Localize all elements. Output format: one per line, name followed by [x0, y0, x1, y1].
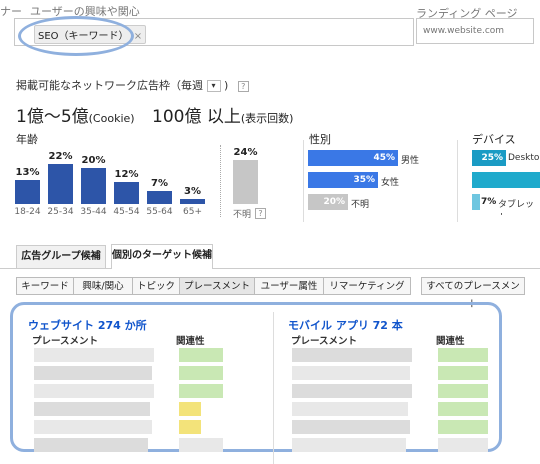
age-bar-pct: 3% [184, 186, 201, 197]
list-item [292, 384, 412, 398]
age-bar-pct: 12% [114, 169, 139, 180]
chip-remove-icon[interactable]: × [134, 31, 142, 42]
age-bar [180, 199, 205, 204]
age-unknown-pct: 24% [233, 147, 258, 158]
relevance-bar [438, 438, 488, 452]
landing-page-input[interactable] [416, 18, 534, 44]
list-item [292, 438, 406, 452]
subtab-demographics[interactable]: ユーザー属性 [254, 277, 324, 295]
age-bar [147, 191, 172, 204]
device-title: デバイス [472, 133, 516, 146]
age-unknown-chart: 24% 不明? [228, 140, 268, 220]
cookie-reach-value: 1億〜5億 [16, 107, 89, 127]
highlight-oval [18, 16, 134, 56]
age-divider [220, 145, 222, 217]
cookie-reach: 1億〜5億(Cookie) [16, 102, 135, 127]
tabs-baseline [0, 268, 540, 269]
list-item [292, 402, 408, 416]
age-bar-pct: 20% [81, 155, 106, 166]
section-divider [303, 140, 305, 222]
cookie-reach-unit: (Cookie) [88, 112, 135, 125]
list-item [34, 402, 150, 416]
prefix-label: ナー [0, 5, 22, 18]
subtab-bar: キーワード 興味/関心 トピック プレースメント ユーザー属性 リマーケティング [16, 277, 411, 295]
relevance-bar [438, 402, 488, 416]
age-bar-pct: 7% [151, 178, 168, 189]
websites-col-relevance: 関連性 [176, 336, 205, 347]
subtab-interest[interactable]: 興味/関心 [73, 277, 133, 295]
age-axis-label: 18-24 [14, 207, 41, 217]
age-bar [48, 164, 73, 204]
help-icon: ? [255, 208, 266, 219]
age-axis-label: 45-54 [113, 207, 140, 217]
relevance-bar [179, 402, 201, 416]
device-bar: 25% [472, 150, 506, 166]
relevance-bar [179, 348, 223, 362]
reach-header-text: 掲載可能なネットワーク広告枠（毎週 [16, 79, 203, 92]
list-item [292, 366, 410, 380]
age-unknown-label: 不明 [232, 210, 251, 220]
list-item [34, 384, 154, 398]
subtab-keyword[interactable]: キーワード [16, 277, 74, 295]
mobile-col-placement: プレースメント [291, 336, 358, 347]
list-item [34, 420, 152, 434]
device-chart: 25%Desktop 7%タブレット [472, 150, 540, 215]
impression-reach-unit: (表示回数) [240, 112, 294, 125]
list-item [292, 348, 412, 362]
help-icon[interactable]: ? [237, 81, 249, 92]
all-placements-button[interactable]: すべてのプレースメント [421, 277, 525, 310]
tab-ad-group[interactable]: 広告グループ候補 [16, 245, 106, 268]
impression-reach-value: 100億 以上 [152, 107, 241, 127]
age-axis-label: 35-44 [80, 207, 107, 217]
list-item [34, 438, 148, 452]
age-axis-label: 65+ [183, 207, 202, 217]
gender-bar: 35% [308, 172, 378, 188]
device-bar [472, 194, 480, 210]
gender-label: 不明 [351, 200, 370, 210]
age-chart: 13% 18-24 22% 25-34 20% 35-44 12% 45-54 7% 55-64 3… [12, 140, 212, 220]
gender-chart: 45% 男性 35% 女性 20% 不明 [308, 150, 458, 215]
subtab-placement[interactable]: プレースメント [179, 277, 255, 295]
relevance-bar [438, 384, 488, 398]
relevance-bar [438, 366, 488, 380]
age-bar [114, 182, 139, 204]
device-bar [472, 172, 540, 188]
gender-bar: 45% [308, 150, 398, 166]
device-pct: 7% [481, 197, 497, 207]
mobile-col-relevance: 関連性 [436, 336, 465, 347]
age-bar-pct: 13% [15, 167, 40, 178]
tab-individual[interactable]: 個別のターゲット候補 [111, 244, 213, 269]
device-label: タブレット [498, 200, 535, 215]
age-bar [81, 168, 106, 204]
list-item [34, 348, 154, 362]
relevance-bar [179, 420, 201, 434]
impression-reach: 100億 以上(表示回数) [152, 102, 293, 127]
subtab-remarketing[interactable]: リマーケティング [323, 277, 411, 295]
relevance-bar [179, 384, 223, 398]
list-item [34, 366, 152, 380]
reach-header: 掲載可能なネットワーク広告枠（毎週 ▾ ) ? [16, 77, 249, 93]
panel-divider [273, 312, 274, 464]
device-label: Desktop [508, 153, 540, 163]
gender-title: 性別 [309, 133, 331, 146]
age-axis-label: 25-34 [47, 207, 74, 217]
chevron-down-icon[interactable]: ▾ [206, 80, 221, 92]
age-unknown-bar [233, 160, 258, 204]
subtab-topic[interactable]: トピック [132, 277, 180, 295]
age-bar [15, 180, 40, 204]
websites-link[interactable]: ウェブサイト 274 か所 [28, 317, 147, 333]
relevance-bar [179, 438, 223, 452]
relevance-bar [438, 348, 488, 362]
mobile-apps-link[interactable]: モバイル アプリ 72 本 [288, 317, 403, 333]
age-bar-pct: 22% [48, 151, 73, 162]
gender-bar: 20% [308, 194, 348, 210]
age-axis-label: 55-64 [146, 207, 173, 217]
websites-col-placement: プレースメント [32, 336, 99, 347]
gender-label: 女性 [381, 178, 400, 188]
gender-label: 男性 [401, 156, 420, 166]
relevance-bar [179, 366, 223, 380]
list-item [292, 420, 410, 434]
relevance-bar [438, 420, 488, 434]
